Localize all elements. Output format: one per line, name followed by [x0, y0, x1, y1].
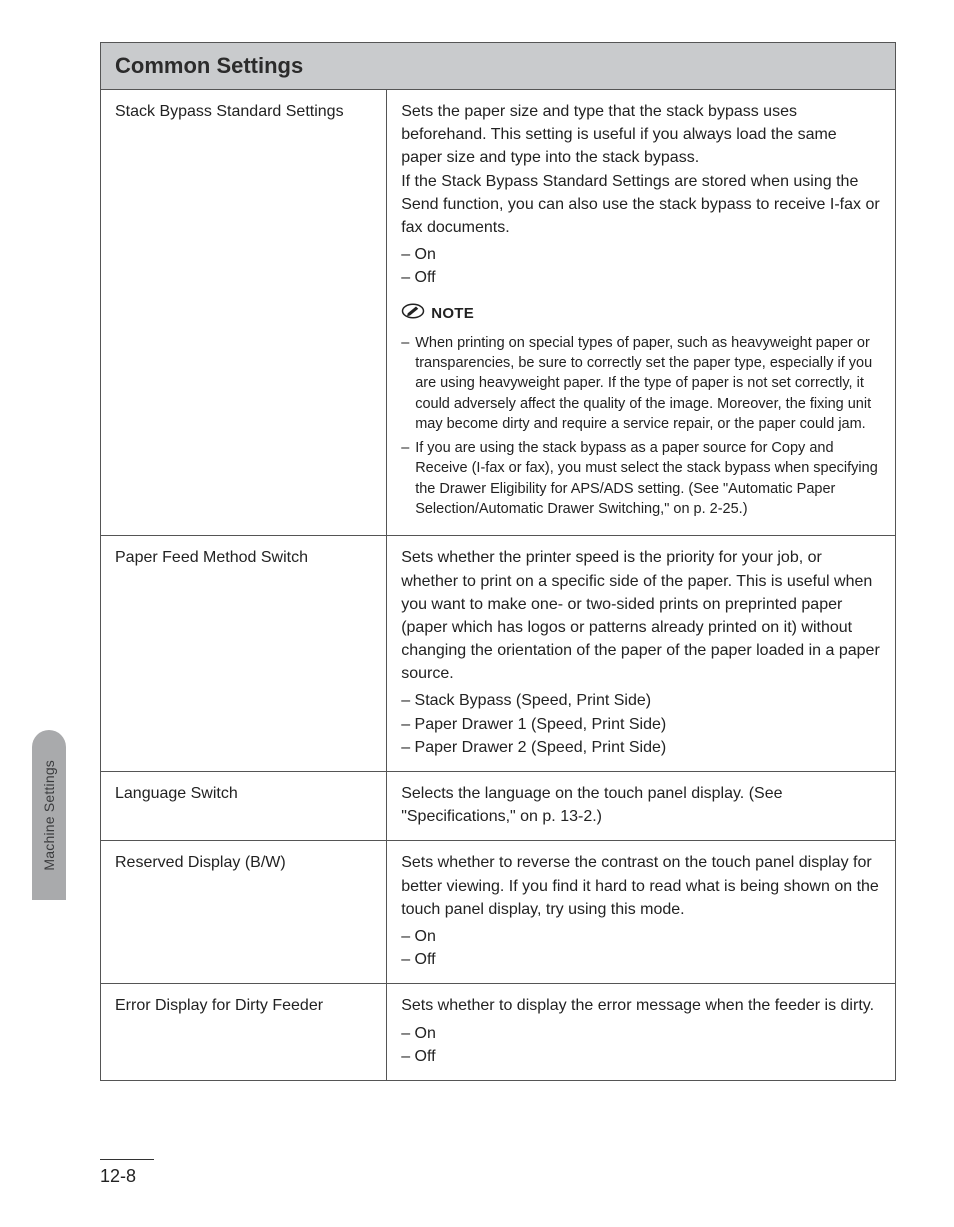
- setting-desc-cell: Selects the language on the touch panel …: [387, 772, 896, 841]
- option: Stack Bypass (Speed, Print Side): [401, 689, 881, 712]
- setting-name: Error Display for Dirty Feeder: [101, 984, 387, 1081]
- setting-name: Stack Bypass Standard Settings: [101, 90, 387, 536]
- option: Off: [401, 948, 881, 971]
- setting-options: On Off: [401, 925, 881, 971]
- setting-name: Language Switch: [101, 772, 387, 841]
- setting-options: On Off: [401, 1022, 881, 1068]
- table-row: Paper Feed Method Switch Sets whether th…: [101, 536, 896, 772]
- setting-desc-cell: Sets the paper size and type that the st…: [387, 90, 896, 536]
- table-row: Reserved Display (B/W) Sets whether to r…: [101, 841, 896, 984]
- sidebar-tab: Machine Settings: [32, 730, 66, 900]
- option: Off: [401, 266, 881, 289]
- table-header-row: Common Settings: [101, 43, 896, 90]
- setting-desc: Sets whether the printer speed is the pr…: [401, 546, 881, 685]
- setting-desc: Selects the language on the touch panel …: [401, 782, 881, 828]
- settings-table: Common Settings Stack Bypass Standard Se…: [100, 42, 896, 1081]
- setting-desc: Sets the paper size and type that the st…: [401, 100, 881, 239]
- option: Paper Drawer 2 (Speed, Print Side): [401, 736, 881, 759]
- option: Off: [401, 1045, 881, 1068]
- note-list: When printing on special types of paper,…: [401, 333, 881, 520]
- pencil-icon: [401, 302, 425, 327]
- table-row: Stack Bypass Standard Settings Sets the …: [101, 90, 896, 536]
- setting-desc-cell: Sets whether to display the error messag…: [387, 984, 896, 1081]
- note-item: When printing on special types of paper,…: [401, 333, 881, 434]
- sidebar-tab-label: Machine Settings: [41, 760, 57, 871]
- setting-desc-cell: Sets whether to reverse the contrast on …: [387, 841, 896, 984]
- note-label: NOTE: [431, 303, 474, 325]
- setting-desc-cell: Sets whether the printer speed is the pr…: [387, 536, 896, 772]
- setting-name: Reserved Display (B/W): [101, 841, 387, 984]
- option: On: [401, 243, 881, 266]
- setting-options: On Off: [401, 243, 881, 289]
- table-header: Common Settings: [101, 43, 896, 90]
- table-row: Error Display for Dirty Feeder Sets whet…: [101, 984, 896, 1081]
- setting-desc: Sets whether to display the error messag…: [401, 994, 881, 1017]
- page-number: 12-8: [100, 1159, 154, 1187]
- option: Paper Drawer 1 (Speed, Print Side): [401, 713, 881, 736]
- option: On: [401, 1022, 881, 1045]
- setting-desc: Sets whether to reverse the contrast on …: [401, 851, 881, 921]
- setting-name: Paper Feed Method Switch: [101, 536, 387, 772]
- option: On: [401, 925, 881, 948]
- note-item: If you are using the stack bypass as a p…: [401, 438, 881, 519]
- note-heading: NOTE: [401, 302, 881, 327]
- setting-options: Stack Bypass (Speed, Print Side) Paper D…: [401, 689, 881, 759]
- table-row: Language Switch Selects the language on …: [101, 772, 896, 841]
